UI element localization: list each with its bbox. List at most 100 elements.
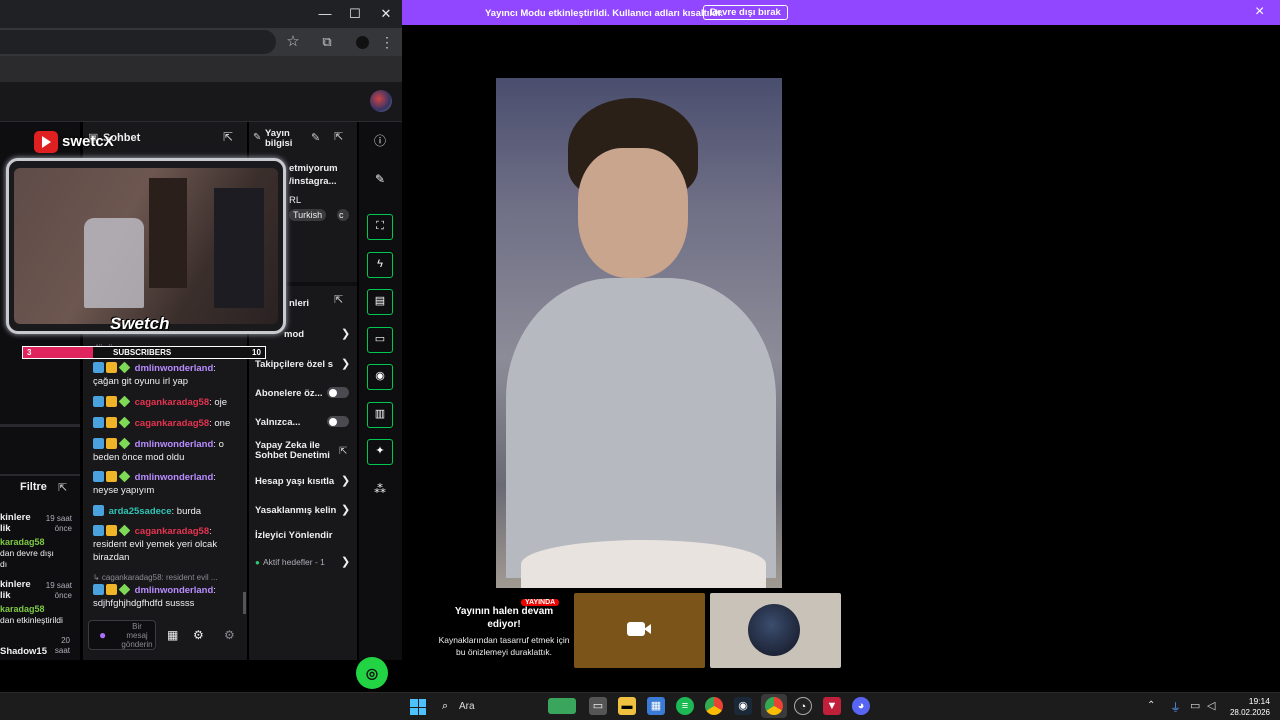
network-icon[interactable]: ▭ [1190, 699, 1200, 712]
lightning-action-button[interactable]: ϟ [367, 252, 393, 278]
user-avatar[interactable] [370, 90, 392, 112]
file-explorer-icon[interactable]: ▬ [618, 697, 636, 715]
obs-icon[interactable]: ◔ [794, 697, 812, 715]
setting-row[interactable]: Yapay Zeka ile Sohbet Denetimi [255, 441, 331, 461]
external-link-icon[interactable]: ⇱ [339, 446, 347, 457]
widgets-icon[interactable] [548, 698, 576, 714]
chat-text: resident evil yemek yeri olcak birazdan [93, 539, 218, 563]
microphone-tray-icon[interactable]: ⏚ [1170, 699, 1181, 715]
chrome-icon[interactable] [705, 697, 723, 715]
disable-streamer-mode-button[interactable]: Devre dışı bırak [703, 5, 788, 20]
layout-action-button[interactable]: ▥ [367, 402, 393, 428]
chat-username[interactable]: cagankaradag58 [135, 418, 209, 429]
chevron-right-icon[interactable]: ❯ [341, 503, 350, 516]
stream-category[interactable]: RL [289, 195, 301, 206]
windows-start-icon[interactable] [410, 699, 426, 715]
activity-time: 20 saat [54, 636, 70, 655]
wrench-action-button[interactable]: ✦ [367, 439, 393, 465]
activity-user[interactable]: karadag58 [0, 604, 45, 614]
activity-time: 19 saat önce [45, 581, 72, 600]
close-window-button[interactable]: ✕ [376, 4, 396, 24]
chat-username[interactable]: dmlinwonderland [135, 585, 214, 596]
document-action-button[interactable]: ▤ [367, 289, 393, 315]
broadcast-action-button[interactable]: ◉ [367, 364, 393, 390]
stream-tag[interactable]: Turkish [289, 209, 327, 221]
activity-user[interactable]: karadag58 [0, 537, 45, 547]
popout-icon[interactable]: ⇱ [334, 130, 343, 143]
stream-tag[interactable]: c [337, 209, 349, 221]
volume-icon[interactable]: ◁ [1207, 699, 1215, 712]
microphone-icon[interactable]: ● [99, 628, 106, 642]
chat-action-button[interactable]: ▭ [367, 327, 393, 353]
moderator-badge-icon [93, 362, 104, 373]
reply-reference[interactable]: ↳ cagankaradag58: resident evil ... [93, 573, 218, 582]
dashboard-header [0, 82, 402, 122]
clock-date[interactable]: 28.02.2026 [1222, 708, 1270, 717]
edit-pencil-icon[interactable]: ✎ [311, 131, 320, 144]
chevron-up-icon[interactable]: ⌃ [1147, 700, 1155, 711]
stream-video-preview[interactable] [496, 78, 782, 588]
store-icon[interactable]: ▦ [167, 628, 178, 642]
camera-preview-thumbnail[interactable] [574, 593, 705, 668]
info-icon[interactable]: ⓘ [369, 130, 391, 152]
scene-preview-thumbnail[interactable] [710, 593, 841, 668]
profile-icon[interactable] [356, 36, 369, 49]
bookmark-star-icon[interactable]: ☆ [284, 33, 302, 51]
setting-row[interactable]: Yasaklanmış kelin [255, 505, 336, 516]
chat-username[interactable]: cagankaradag58 [135, 526, 209, 537]
stream-info-title: Yayın bilgisi [265, 128, 293, 149]
chrome-active-icon[interactable] [765, 697, 783, 715]
chat-username[interactable]: dmlinwonderland [135, 472, 214, 483]
chat-username[interactable]: dmlinwonderland [135, 363, 214, 374]
support-headset-button[interactable]: ◎ [356, 657, 388, 689]
chevron-right-icon[interactable]: ❯ [341, 327, 350, 340]
settings-gear-icon[interactable]: ⚙ [193, 628, 204, 642]
search-icon[interactable]: ⌕ [442, 700, 448, 713]
maximize-button[interactable]: ☐ [345, 4, 365, 24]
overlay-channel-name: swetcX [62, 133, 114, 150]
steam-icon[interactable]: ◉ [734, 697, 752, 715]
minimize-button[interactable]: — [315, 4, 335, 24]
clip-action-button[interactable]: ⛶ [367, 214, 393, 240]
browser-menu-icon[interactable]: ⋮ [378, 33, 396, 51]
goal-dot-icon: ● [255, 558, 260, 567]
camera-lens-icon [644, 624, 651, 634]
close-banner-icon[interactable]: × [1255, 3, 1264, 21]
screen: — ☐ ✕ ☆ ⧉ ⋮ Filtre ⇱ kinlere lik 19 saat… [0, 0, 1280, 720]
taskbar-search-label[interactable]: Ara [459, 701, 475, 712]
clock-time[interactable]: 19:14 [1232, 696, 1270, 706]
chat-settings-icon[interactable]: ⚙ [224, 628, 235, 642]
popout-icon[interactable]: ⇱ [58, 481, 67, 494]
chat-username[interactable]: dmlinwonderland [135, 439, 214, 450]
setting-row[interactable]: Hesap yaşı kısıtla [255, 476, 334, 487]
crown-badge-icon [106, 362, 117, 373]
more-actions-icon[interactable]: ⁂ [369, 478, 391, 500]
chevron-right-icon[interactable]: ❯ [341, 357, 350, 370]
setting-row[interactable]: İzleyici Yönlendir [255, 530, 332, 541]
sub-label: SUBSCRIBERS [113, 348, 172, 357]
address-bar[interactable] [0, 30, 276, 54]
spotify-icon[interactable]: ≡ [676, 697, 694, 715]
store-icon[interactable]: ▦ [647, 697, 665, 715]
filter-label[interactable]: Filtre [20, 481, 47, 493]
chat-scrollbar[interactable] [243, 592, 246, 614]
task-view-icon[interactable]: ▭ [589, 697, 607, 715]
gem-badge-icon [118, 361, 131, 374]
chevron-right-icon[interactable]: ❯ [341, 474, 350, 487]
chat-username[interactable]: cagankaradag58 [135, 397, 209, 408]
edit-icon[interactable]: ✎ [369, 168, 391, 190]
only-mode-toggle[interactable] [327, 416, 349, 427]
popout-icon[interactable]: ⇱ [334, 293, 343, 306]
chevron-right-icon[interactable]: ❯ [341, 555, 350, 568]
extensions-icon[interactable]: ⧉ [318, 33, 336, 51]
subscribers-only-toggle[interactable] [327, 387, 349, 398]
app-red-icon[interactable]: ▼ [823, 697, 841, 715]
active-goals-row[interactable]: Aktif hedefler - 1 [263, 557, 325, 567]
discord-icon[interactable]: ◕ [852, 697, 870, 715]
setting-row[interactable]: mod [284, 329, 304, 340]
popout-icon[interactable]: ⇱ [223, 130, 233, 144]
chat-username[interactable]: arda25sadece [109, 506, 172, 517]
sub-current: 3 [27, 348, 32, 357]
setting-row[interactable]: Takipçilere özel s [255, 359, 333, 370]
play-icon [42, 136, 51, 148]
